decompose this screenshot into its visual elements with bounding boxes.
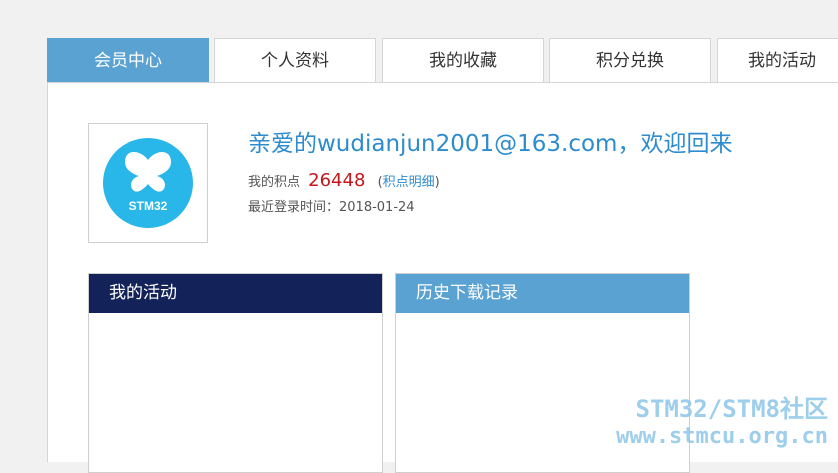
tab-member-center[interactable]: 会员中心: [47, 38, 209, 82]
tab-profile[interactable]: 个人资料: [214, 38, 376, 82]
site-watermark: STM32/STM8社区 www.stmcu.org.cn: [616, 396, 828, 450]
watermark-line1: STM32/STM8社区: [635, 395, 829, 423]
welcome-message: 亲爱的wudianjun2001@163.com，欢迎回来: [248, 131, 733, 157]
my-activities-box: 我的活动: [88, 273, 383, 473]
tab-my-activities[interactable]: 我的活动: [717, 38, 838, 82]
my-activities-header: 我的活动: [89, 274, 382, 313]
avatar: STM32: [88, 123, 208, 243]
watermark-line2: www.stmcu.org.cn: [616, 424, 828, 449]
points-value: 26448: [308, 170, 366, 191]
tab-favorites[interactable]: 我的收藏: [382, 38, 544, 82]
tab-bar: 会员中心 个人资料 我的收藏 积分兑换 我的活动: [47, 38, 838, 82]
points-label: 我的积点: [248, 175, 301, 190]
last-login-label: 最近登录时间：: [248, 200, 340, 215]
download-history-header: 历史下载记录: [396, 274, 689, 313]
points-link-close-paren: ): [434, 175, 440, 190]
avatar-text: STM32: [129, 199, 168, 213]
points-row: 我的积点 26448 (积点明细): [248, 170, 440, 191]
tab-points-exchange[interactable]: 积分兑换: [549, 38, 711, 82]
points-detail-link[interactable]: 积点明细: [383, 175, 435, 190]
last-login-row: 最近登录时间：2018-01-24: [248, 196, 415, 215]
last-login-date: 2018-01-24: [339, 200, 415, 215]
stm32-logo-icon: STM32: [103, 138, 193, 228]
